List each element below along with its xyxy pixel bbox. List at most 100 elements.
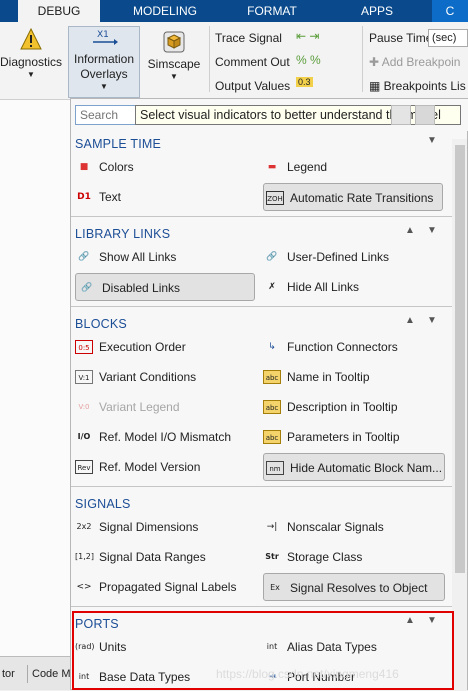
hide-automatic-block-names-toggle[interactable]: nm Hide Automatic Block Nam... [263,453,445,481]
item-label: Execution Order [99,340,186,354]
abc-icon: abc [263,430,281,444]
ref-model-io-mismatch-toggle[interactable]: I/O Ref. Model I/O Mismatch [73,423,259,451]
show-all-links-toggle[interactable]: 🔗 Show All Links [73,243,259,271]
item-label: Description in Tooltip [287,400,398,414]
item-label: User-Defined Links [287,250,390,264]
watermark: https://blog.csdn.net/xingmeng416 [216,667,399,681]
section-divider [71,306,453,307]
information-overlays-button[interactable]: X1 Information Overlays ▼ [68,26,140,98]
text-toggle[interactable]: D1 Text [73,183,259,211]
section-sample-time: SAMPLE TIME ▼ ■ Colors ▬ Legend D1 Text … [71,131,453,217]
tab-apps[interactable]: APPS [342,0,412,22]
item-label: Signal Resolves to Object [290,581,428,595]
legend-toggle[interactable]: ▬ Legend [261,153,447,181]
execution-order-toggle[interactable]: 0:5 Execution Order [73,333,259,361]
user-defined-links-toggle[interactable]: 🔗 User-Defined Links [261,243,447,271]
diagnostics-button[interactable]: Diagnostics ▼ [0,27,62,80]
trace-signal-button[interactable]: Trace Signal [215,31,282,45]
description-in-tooltip-toggle[interactable]: abc Description in Tooltip [261,393,447,421]
collapse-icon[interactable]: ▼ [427,135,437,146]
execution-order-icon: 0:5 [75,340,93,354]
overlays-label: Overlays [80,67,128,81]
section-title: LIBRARY LINKS [75,227,171,241]
user-link-icon: 🔗 [266,252,278,262]
add-breakpoint-button[interactable]: ✚ Add Breakpoin [369,55,460,69]
tab-debug[interactable]: DEBUG [18,0,100,22]
output-values-button[interactable]: Output Values [215,79,290,93]
name-in-tooltip-toggle[interactable]: abc Name in Tooltip [261,363,447,391]
comment-out-button[interactable]: Comment Out [215,55,290,69]
bottom-tab-code[interactable]: Code M [32,665,72,683]
section-signals: SIGNALS 2x2 Signal Dimensions →| Nonscal… [71,491,453,607]
storage-class-toggle[interactable]: Str Storage Class [261,543,447,571]
item-label: Ref. Model I/O Mismatch [99,430,232,444]
model-canvas[interactable] [0,100,72,690]
bottom-tab-editor[interactable]: tor [0,665,28,683]
item-label: Colors [99,160,134,174]
panel-scrollbar[interactable] [452,139,467,691]
simscape-button[interactable]: Simscape ▼ [144,30,204,82]
hide-all-links-toggle[interactable]: ✗ Hide All Links [261,273,447,301]
data-range-icon: [1,2] [75,552,94,561]
search-tooltip: Select visual indicators to better under… [135,105,461,125]
breakpoints-list-button[interactable]: ▦ Breakpoints Lis [369,79,466,93]
section-blocks: BLOCKS ▲ ▼ 0:5 Execution Order ↳ Functio… [71,311,453,487]
signal-data-ranges-toggle[interactable]: [1,2] Signal Data Ranges [73,543,259,571]
disabled-link-icon: 🔗 [81,283,93,293]
panel-button[interactable] [391,105,411,125]
search-input[interactable] [76,106,134,124]
add-breakpoint-label: Add Breakpoin [381,55,461,69]
pause-time-input[interactable]: (sec) [428,29,468,47]
colors-icon: ■ [79,162,89,172]
item-label: Text [99,190,122,204]
section-divider [71,486,453,487]
signal-dimensions-toggle[interactable]: 2x2 Signal Dimensions [73,513,259,541]
automatic-rate-transitions-toggle[interactable]: ZOH Automatic Rate Transitions [263,183,443,211]
parameters-in-tooltip-toggle[interactable]: abc Parameters in Tooltip [261,423,447,451]
storage-class-icon: Str [265,552,279,561]
tab-overflow[interactable]: C [432,0,468,22]
colors-toggle[interactable]: ■ Colors [73,153,259,181]
bottom-tabs: tor Code M [0,656,72,690]
plus-icon: ✚ [369,55,382,69]
pause-time-label: Pause Time [369,31,433,45]
expand-up-icon[interactable]: ▲ [405,315,415,326]
scrollbar-thumb[interactable] [455,145,465,573]
signal-resolves-to-object-toggle[interactable]: Ex Signal Resolves to Object [263,573,445,601]
link-icon: 🔗 [78,252,90,262]
collapse-icon[interactable]: ▼ [427,315,437,326]
abc-icon: abc [263,400,281,414]
warning-icon [20,27,42,50]
signal-dimensions-icon: 2x2 [76,522,92,531]
output-value-icon[interactable]: 0.3 [296,77,313,87]
comment-percent-icon[interactable]: % % [296,53,321,67]
variant-conditions-toggle[interactable]: V:1 Variant Conditions [73,363,259,391]
disabled-links-toggle[interactable]: 🔗 Disabled Links [75,273,255,301]
section-title: SIGNALS [75,497,131,511]
section-divider [71,216,453,217]
information-label: Information [73,52,135,66]
function-connector-icon: ↳ [268,342,276,352]
item-label: Nonscalar Signals [287,520,384,534]
ref-version-icon: Rev [75,460,93,474]
item-label: Disabled Links [102,281,181,295]
expand-up-icon[interactable]: ▲ [405,225,415,236]
tab-modeling[interactable]: MODELING [120,0,210,22]
text-d1-icon: D1 [77,192,91,202]
name-tag-icon: nm [266,461,284,475]
panel-button[interactable] [415,105,435,125]
trace-arrows-icon[interactable]: ⇤ ⇥ [296,29,319,43]
nonscalar-signals-toggle[interactable]: →| Nonscalar Signals [261,513,447,541]
item-label: Variant Conditions [99,370,197,384]
collapse-icon[interactable]: ▼ [427,225,437,236]
variant-legend-toggle[interactable]: V:0 Variant Legend [73,393,259,421]
function-connectors-toggle[interactable]: ↳ Function Connectors [261,333,447,361]
item-label: Storage Class [287,550,363,564]
hide-link-icon: ✗ [268,282,276,292]
section-title: SAMPLE TIME [75,137,162,151]
svg-text:X1: X1 [97,30,109,40]
propagated-signal-labels-toggle[interactable]: <> Propagated Signal Labels [73,573,259,601]
item-label: Legend [287,160,328,174]
ref-model-version-toggle[interactable]: Rev Ref. Model Version [73,453,259,481]
tab-format[interactable]: FORMAT [232,0,312,22]
